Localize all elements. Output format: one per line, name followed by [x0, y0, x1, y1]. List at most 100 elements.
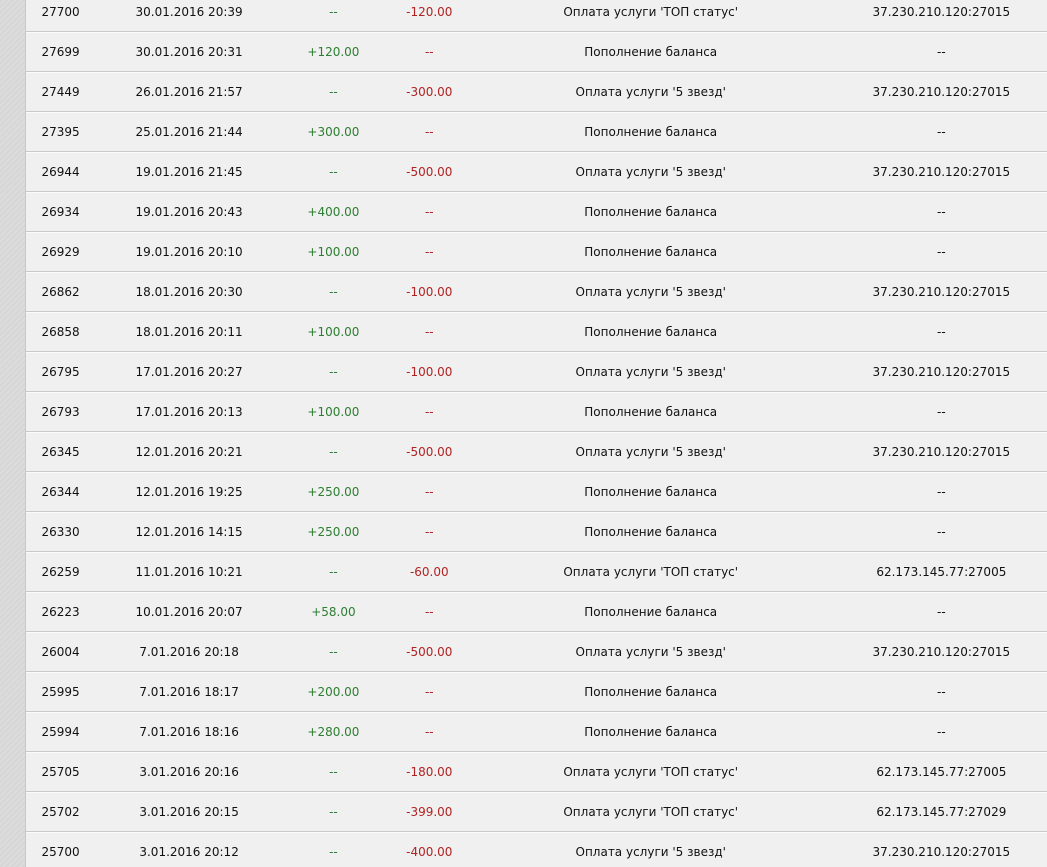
- transaction-credit: --: [329, 765, 338, 779]
- transaction-server-ip: --: [937, 525, 946, 539]
- transaction-date: 12.01.2016 20:21: [135, 445, 243, 459]
- transaction-debit: -300.00: [406, 85, 453, 99]
- transaction-description: Оплата услуги '5 звезд': [575, 845, 726, 859]
- transaction-credit: +250.00: [307, 525, 360, 539]
- transaction-debit: --: [424, 325, 434, 339]
- transaction-server-ip: 37.230.210.120:27015: [872, 165, 1011, 179]
- transaction-date: 3.01.2016 20:12: [139, 845, 239, 859]
- transaction-debit: --: [424, 605, 434, 619]
- transaction-debit: -100.00: [406, 285, 453, 299]
- table-row: 26934 19.01.2016 20:43 +400.00 -- Пополнение…: [26, 192, 1047, 232]
- transaction-credit: --: [329, 645, 338, 659]
- transaction-debit: -399.00: [406, 805, 453, 819]
- transaction-server-ip: --: [937, 405, 946, 419]
- transaction-debit: -180.00: [406, 765, 453, 779]
- transaction-date: 30.01.2016 20:31: [135, 45, 243, 59]
- transaction-credit: --: [329, 565, 338, 579]
- transaction-id: 27700: [41, 5, 80, 19]
- table-row: 25994 7.01.2016 18:16 +280.00 -- Пополнение …: [26, 712, 1047, 752]
- transaction-debit: -120.00: [406, 5, 453, 19]
- transaction-credit: +200.00: [307, 685, 360, 699]
- transaction-debit: -100.00: [406, 365, 453, 379]
- transaction-date: 18.01.2016 20:11: [135, 325, 243, 339]
- table-row: 26793 17.01.2016 20:13 +100.00 -- Пополнение…: [26, 392, 1047, 432]
- transaction-credit: --: [329, 845, 338, 859]
- transaction-server-ip: --: [937, 45, 946, 59]
- transaction-description: Пополнение баланса: [584, 725, 718, 739]
- transaction-debit: --: [424, 125, 434, 139]
- table-row: 25700 3.01.2016 20:12 -- -400.00 Оплата услу…: [26, 832, 1047, 867]
- transaction-credit: --: [329, 365, 338, 379]
- transaction-description: Пополнение баланса: [584, 525, 718, 539]
- transaction-credit: --: [329, 85, 338, 99]
- transaction-server-ip: 37.230.210.120:27015: [872, 365, 1011, 379]
- table-row: 26944 19.01.2016 21:45 -- -500.00 Оплата усл…: [26, 152, 1047, 192]
- transaction-description: Пополнение баланса: [584, 245, 718, 259]
- transaction-server-ip: --: [937, 205, 946, 219]
- transaction-id: 26330: [41, 525, 80, 539]
- transaction-id: 26862: [41, 285, 80, 299]
- transaction-server-ip: --: [937, 685, 946, 699]
- table-row: 26344 12.01.2016 19:25 +250.00 -- Пополнение…: [26, 472, 1047, 512]
- transaction-description: Оплата услуги '5 звезд': [575, 365, 726, 379]
- transaction-date: 7.01.2016 18:16: [139, 725, 239, 739]
- transaction-debit: -500.00: [406, 645, 453, 659]
- transaction-credit: +250.00: [307, 485, 360, 499]
- table-row: 26259 11.01.2016 10:21 -- -60.00 Оплата услу…: [26, 552, 1047, 592]
- transaction-id: 27395: [41, 125, 80, 139]
- transaction-credit: +100.00: [307, 245, 360, 259]
- transaction-credit: +100.00: [307, 405, 360, 419]
- transaction-description: Оплата услуги '5 звезд': [575, 285, 726, 299]
- transaction-description: Пополнение баланса: [584, 45, 718, 59]
- transaction-debit: --: [424, 485, 434, 499]
- table-row: 25995 7.01.2016 18:17 +200.00 -- Пополнение …: [26, 672, 1047, 712]
- transaction-description: Пополнение баланса: [584, 605, 718, 619]
- transaction-id: 26944: [41, 165, 80, 179]
- transaction-debit: -60.00: [409, 565, 449, 579]
- transaction-date: 7.01.2016 18:17: [139, 685, 239, 699]
- transaction-server-ip: --: [937, 485, 946, 499]
- transaction-debit: --: [424, 45, 434, 59]
- transaction-credit: +58.00: [311, 605, 356, 619]
- transaction-date: 18.01.2016 20:30: [135, 285, 243, 299]
- transaction-description: Оплата услуги 'ТОП статус': [563, 765, 739, 779]
- transaction-debit: --: [424, 205, 434, 219]
- transaction-debit: -500.00: [406, 445, 453, 459]
- transaction-server-ip: --: [937, 605, 946, 619]
- transaction-date: 7.01.2016 20:18: [139, 645, 239, 659]
- transaction-date: 3.01.2016 20:16: [139, 765, 239, 779]
- transaction-credit: --: [329, 165, 338, 179]
- transaction-server-ip: 37.230.210.120:27015: [872, 845, 1011, 859]
- transaction-id: 26344: [41, 485, 80, 499]
- transaction-credit: +100.00: [307, 325, 360, 339]
- table-row: 27700 30.01.2016 20:39 -- -120.00 Оплата усл…: [26, 0, 1047, 32]
- transaction-server-ip: 37.230.210.120:27015: [872, 285, 1011, 299]
- transaction-id: 25702: [41, 805, 80, 819]
- transaction-id: 26934: [41, 205, 80, 219]
- transaction-server-ip: --: [937, 325, 946, 339]
- transaction-credit: --: [329, 5, 338, 19]
- table-row: 26004 7.01.2016 20:18 -- -500.00 Оплата услу…: [26, 632, 1047, 672]
- transaction-id: 27449: [41, 85, 80, 99]
- transaction-debit: --: [424, 685, 434, 699]
- transaction-description: Оплата услуги '5 звезд': [575, 445, 726, 459]
- transaction-description: Оплата услуги '5 звезд': [575, 85, 726, 99]
- transaction-debit: -400.00: [406, 845, 453, 859]
- transaction-id: 26004: [41, 645, 80, 659]
- transaction-id: 26929: [41, 245, 80, 259]
- transaction-date: 11.01.2016 10:21: [135, 565, 243, 579]
- table-row: 26862 18.01.2016 20:30 -- -100.00 Оплата усл…: [26, 272, 1047, 312]
- transaction-id: 26259: [41, 565, 80, 579]
- transaction-description: Пополнение баланса: [584, 485, 718, 499]
- transaction-credit: +120.00: [307, 45, 360, 59]
- transaction-debit: -500.00: [406, 165, 453, 179]
- transaction-date: 19.01.2016 20:43: [135, 205, 243, 219]
- table-row: 27699 30.01.2016 20:31 +120.00 -- Пополнение…: [26, 32, 1047, 72]
- table-row: 25702 3.01.2016 20:15 -- -399.00 Оплата услу…: [26, 792, 1047, 832]
- transaction-date: 12.01.2016 19:25: [135, 485, 243, 499]
- transaction-date: 25.01.2016 21:44: [135, 125, 243, 139]
- transaction-server-ip: 62.173.145.77:27005: [876, 765, 1007, 779]
- transaction-date: 30.01.2016 20:39: [135, 5, 243, 19]
- transaction-description: Оплата услуги '5 звезд': [575, 645, 726, 659]
- table-row: 26330 12.01.2016 14:15 +250.00 -- Пополнение…: [26, 512, 1047, 552]
